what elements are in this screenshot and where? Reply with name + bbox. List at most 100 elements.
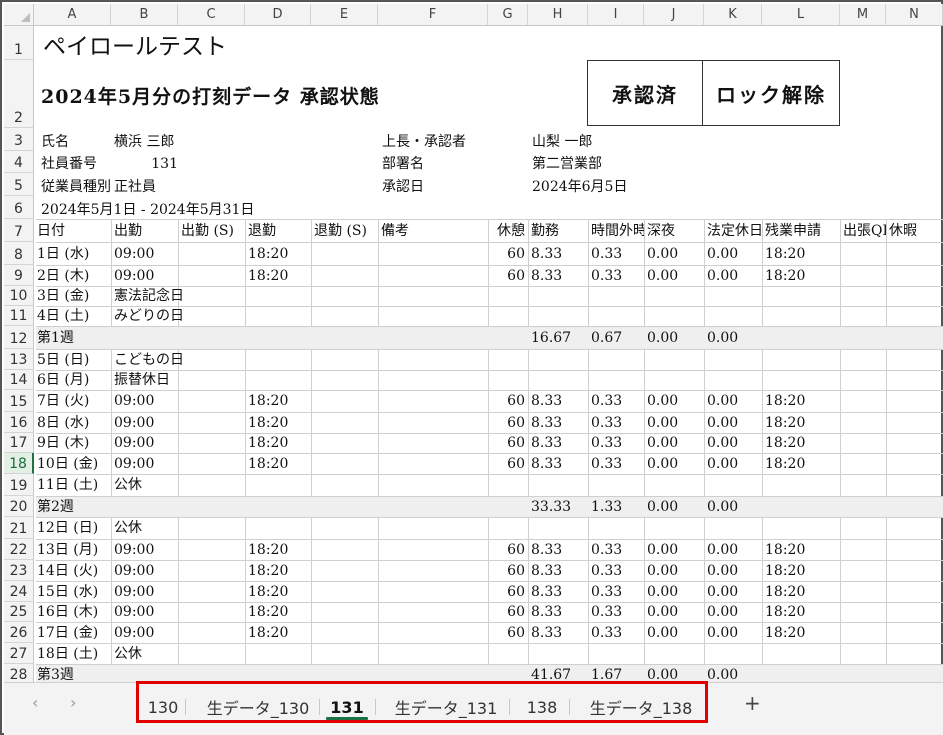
sheet-tab-6[interactable]: 生データ_138	[578, 693, 704, 721]
row-header-15[interactable]: 15	[4, 390, 34, 412]
approvedate-label: 承認日	[382, 179, 424, 195]
column-header-i[interactable]: I	[588, 4, 644, 26]
table-cell: 16.67	[531, 329, 572, 346]
table-cell: 第3週	[37, 666, 74, 683]
prev-sheet-button[interactable]: ‹	[32, 693, 38, 712]
row-header-23[interactable]: 23	[4, 560, 34, 581]
table-cell: 18:20	[248, 267, 289, 284]
row-header-12[interactable]: 12	[4, 326, 34, 349]
grid-line	[840, 219, 841, 682]
column-header-k[interactable]: K	[704, 4, 762, 26]
column-header-g[interactable]: G	[488, 4, 528, 26]
table-header-cell: 法定休日	[707, 222, 762, 239]
add-sheet-button[interactable]: +	[744, 691, 761, 715]
table-cell: 18:20	[248, 455, 289, 472]
row-header-6[interactable]: 6	[4, 196, 34, 219]
row-header-16[interactable]: 16	[4, 412, 34, 433]
table-header-cell: 出勤	[114, 222, 142, 239]
row-header-10[interactable]: 10	[4, 286, 34, 306]
table-cell: 8.33	[531, 541, 563, 558]
row-header-22[interactable]: 22	[4, 539, 34, 560]
sheet-tab-5[interactable]: 138	[518, 693, 566, 721]
table-cell: 09:00	[114, 562, 155, 579]
table-cell: 18:20	[248, 604, 289, 620]
grid-line	[378, 219, 379, 682]
table-cell: 18:20	[765, 245, 806, 262]
table-cell: 8.33	[531, 245, 563, 262]
row-header-8[interactable]: 8	[4, 242, 34, 265]
row-header-18[interactable]: 18	[4, 453, 34, 474]
sheet-tab-4[interactable]: 生データ_131	[386, 693, 506, 721]
row-header-21[interactable]: 21	[4, 517, 34, 539]
column-header-c[interactable]: C	[178, 4, 245, 26]
column-header-a[interactable]: A	[34, 4, 111, 26]
column-header-l[interactable]: L	[762, 4, 840, 26]
sheet-tab-3[interactable]: 131	[322, 693, 372, 721]
unlock-button[interactable]: ロック解除	[702, 60, 840, 126]
table-cell: 0.00	[707, 583, 739, 600]
tab-separator	[569, 699, 570, 715]
tab-separator	[375, 699, 376, 715]
row-header-28[interactable]: 28	[4, 664, 34, 682]
dept-value: 第二営業部	[532, 156, 602, 172]
row-header-24[interactable]: 24	[4, 581, 34, 602]
row-header-2[interactable]: 2	[4, 60, 34, 128]
row-header-17[interactable]: 17	[4, 433, 34, 453]
table-header-cell: 勤務	[531, 222, 559, 239]
row-header-1[interactable]: 1	[4, 26, 34, 60]
spreadsheet-grid[interactable]: ABCDEFGHIJKLMN 1 2 3 4 5 6 7 8 9 10 11 12 13 14 15 16 17…	[4, 4, 943, 682]
table-cell: 18:20	[248, 562, 289, 579]
row-header-7[interactable]: 7	[4, 219, 34, 242]
table-cell: 18:20	[248, 624, 289, 641]
table-cell: 0.33	[591, 267, 623, 284]
row-header-26[interactable]: 26	[4, 622, 34, 643]
emptype-value: 正社員	[114, 179, 156, 195]
table-cell: 18:20	[248, 393, 289, 409]
select-all-corner[interactable]	[4, 4, 34, 26]
column-header-b[interactable]: B	[111, 4, 178, 26]
table-cell: 09:00	[114, 393, 155, 409]
table-cell: 1.33	[591, 498, 623, 515]
column-header-h[interactable]: H	[528, 4, 588, 26]
row-header-11[interactable]: 11	[4, 306, 34, 326]
row-header-14[interactable]: 14	[4, 370, 34, 390]
row-header-3[interactable]: 3	[4, 128, 34, 151]
table-cell: 9日 (木)	[37, 435, 90, 451]
row-header-13[interactable]: 13	[4, 349, 34, 370]
row-header-19[interactable]: 19	[4, 474, 34, 496]
sheet-tab-2[interactable]: 生データ_130	[200, 693, 316, 721]
row-header-5[interactable]: 5	[4, 173, 34, 196]
column-header-d[interactable]: D	[245, 4, 311, 26]
table-cell: 0.00	[647, 414, 679, 431]
table-cell: 8.33	[531, 414, 563, 431]
row-header-27[interactable]: 27	[4, 643, 34, 664]
table-cell: 0.00	[707, 414, 739, 431]
next-sheet-button[interactable]: ›	[70, 693, 76, 712]
row-header-25[interactable]: 25	[4, 602, 34, 622]
table-cell: 0.33	[591, 393, 623, 409]
column-header-n[interactable]: N	[886, 4, 943, 26]
dept-label: 部署名	[382, 156, 424, 172]
table-cell: 60	[507, 414, 525, 431]
table-cell: 振替休日	[114, 372, 170, 388]
table-cell: 8.33	[531, 604, 563, 620]
column-header-m[interactable]: M	[840, 4, 886, 26]
name-label: 氏名	[41, 134, 69, 150]
row-header-4[interactable]: 4	[4, 151, 34, 173]
table-cell: 18:20	[765, 414, 806, 431]
table-cell: 0.00	[647, 245, 679, 262]
column-header-j[interactable]: J	[644, 4, 704, 26]
period-range: 2024年5月1日 - 2024年5月31日	[41, 202, 255, 218]
approval-status-cell: 承認済	[587, 60, 703, 126]
row-header-20[interactable]: 20	[4, 496, 34, 517]
column-header-e[interactable]: E	[311, 4, 378, 26]
table-cell: 8.33	[531, 583, 563, 600]
table-cell: 18:20	[248, 541, 289, 558]
row-header-9[interactable]: 9	[4, 265, 34, 286]
table-cell: 60	[507, 604, 525, 620]
column-header-f[interactable]: F	[378, 4, 488, 26]
table-header-cell: 時間外時間	[591, 222, 644, 239]
table-cell: 0.00	[707, 455, 739, 472]
sheet-tab-1[interactable]: 130	[144, 693, 182, 721]
table-header-cell: 退勤	[248, 222, 276, 239]
